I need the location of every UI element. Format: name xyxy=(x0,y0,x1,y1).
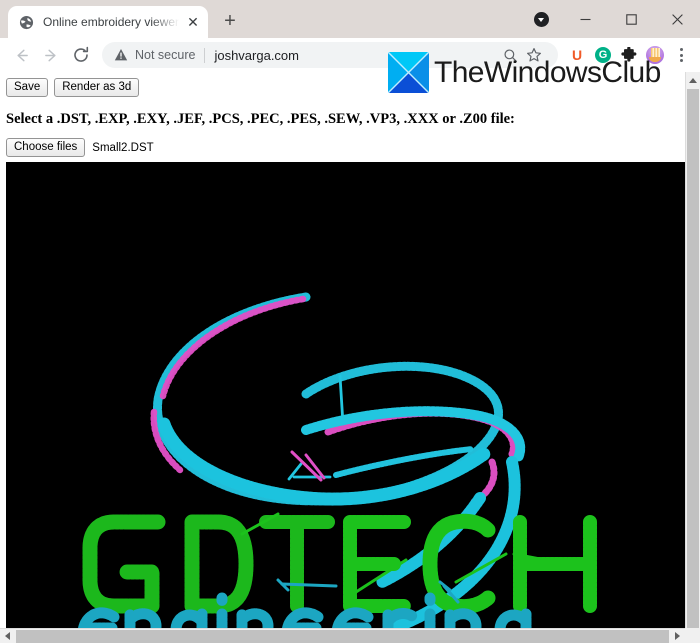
embroidery-canvas[interactable] xyxy=(6,162,686,643)
vertical-scrollbar-thumb[interactable] xyxy=(687,89,699,628)
extension-g-icon[interactable]: G xyxy=(590,40,616,70)
embroidery-design-render xyxy=(77,292,597,643)
page-viewport: Save Render as 3d Select a .DST, .EXP, .… xyxy=(0,72,700,643)
profile-avatar-icon[interactable] xyxy=(642,40,668,70)
avatar xyxy=(646,46,664,64)
window-controls xyxy=(526,0,700,38)
selected-file-name: Small2.DST xyxy=(92,141,154,154)
scroll-left-arrow-icon[interactable] xyxy=(0,629,15,643)
close-icon[interactable]: ✕ xyxy=(184,13,202,31)
search-icon[interactable] xyxy=(498,43,522,67)
omnibox-divider xyxy=(204,47,206,63)
scroll-right-arrow-icon[interactable] xyxy=(670,629,685,643)
choose-files-button[interactable]: Choose files xyxy=(6,138,86,157)
file-type-prompt: Select a .DST, .EXP, .EXY, .JEF, .PCS, .… xyxy=(6,111,515,127)
scroll-up-arrow-icon[interactable] xyxy=(686,72,700,88)
new-tab-button[interactable]: + xyxy=(216,7,244,35)
three-dot-menu-icon[interactable] xyxy=(668,40,694,70)
horizontal-scrollbar-thumb[interactable] xyxy=(16,629,669,643)
vertical-scrollbar[interactable] xyxy=(685,72,700,628)
save-button[interactable]: Save xyxy=(6,78,49,97)
file-input-row: Choose files Small2.DST xyxy=(6,138,685,157)
browser-toolbar: Not secure joshvarga.com U G xyxy=(0,38,700,72)
not-secure-warning-icon xyxy=(114,48,128,62)
close-window-button[interactable] xyxy=(654,3,700,35)
page-content: Save Render as 3d Select a .DST, .EXP, .… xyxy=(0,72,686,643)
action-button-row: Save Render as 3d xyxy=(6,78,685,97)
scrollbar-corner xyxy=(685,628,700,643)
omnibox-actions xyxy=(498,43,546,67)
maximize-button[interactable] xyxy=(608,3,654,35)
url-text: joshvarga.com xyxy=(214,47,299,63)
tab-search-icon[interactable] xyxy=(526,0,556,38)
puzzle-piece-icon[interactable] xyxy=(616,40,642,70)
security-status-text: Not secure xyxy=(135,48,196,62)
extension-g-label: G xyxy=(595,47,611,63)
tab-strip: Online embroidery viewer and co ✕ + xyxy=(0,0,700,38)
tab-title: Online embroidery viewer and co xyxy=(43,15,182,29)
star-icon[interactable] xyxy=(522,43,546,67)
forward-icon[interactable] xyxy=(36,40,66,70)
render-as-3d-button[interactable]: Render as 3d xyxy=(54,78,140,97)
extension-u-icon[interactable]: U xyxy=(564,40,590,70)
browser-window: Online embroidery viewer and co ✕ + xyxy=(0,0,700,643)
browser-tab[interactable]: Online embroidery viewer and co ✕ xyxy=(8,6,208,38)
back-icon[interactable] xyxy=(6,40,36,70)
globe-icon xyxy=(18,14,34,30)
address-bar[interactable]: Not secure joshvarga.com xyxy=(102,42,558,68)
minimize-button[interactable] xyxy=(562,3,608,35)
horizontal-scrollbar[interactable] xyxy=(0,628,685,643)
extension-u-label: U xyxy=(571,47,583,63)
reload-icon[interactable] xyxy=(66,40,96,70)
